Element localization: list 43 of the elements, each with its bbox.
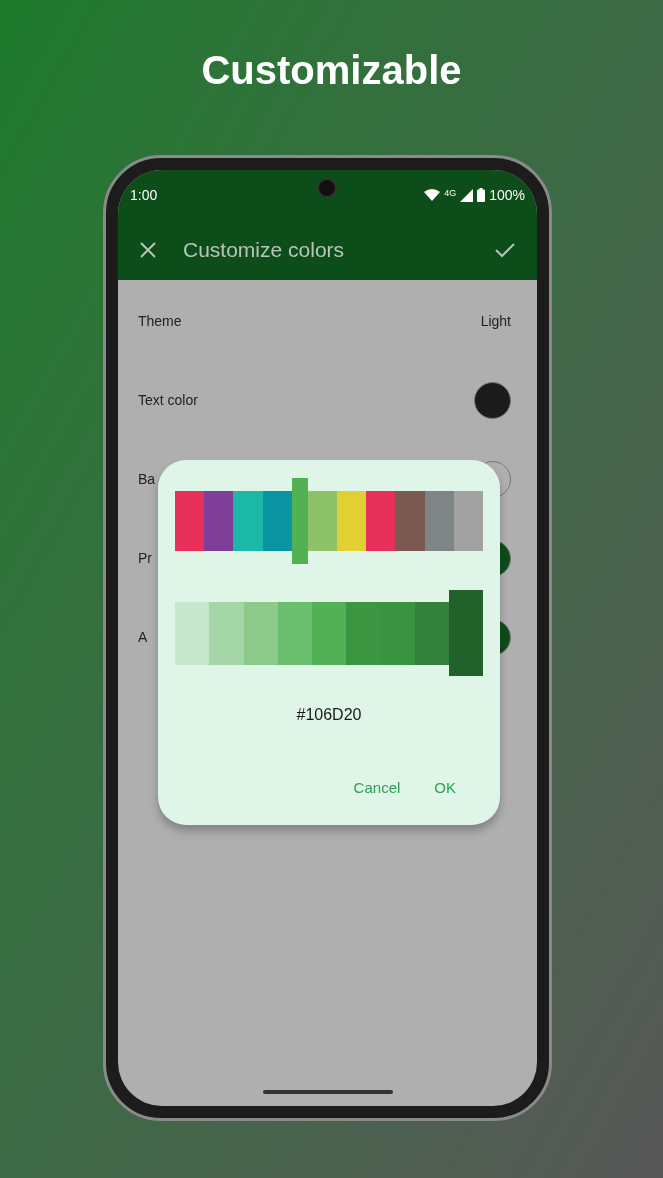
checkmark-icon <box>495 242 515 258</box>
hex-code: #106D20 <box>296 705 362 725</box>
dialog-button[interactable]: Cancel <box>353 777 401 800</box>
color-option[interactable] <box>175 601 210 665</box>
headline: Customizable <box>201 46 462 94</box>
color-option[interactable] <box>424 491 454 551</box>
color-option[interactable] <box>453 491 484 551</box>
color-swatch[interactable] <box>474 382 511 419</box>
color-option[interactable] <box>307 491 337 551</box>
setting-label: Text color <box>138 391 198 410</box>
color-option[interactable] <box>209 601 244 665</box>
color-option[interactable] <box>346 601 381 665</box>
network-label: 4G <box>444 186 457 200</box>
setting-label: A <box>138 628 148 647</box>
color-option[interactable] <box>312 601 347 665</box>
camera-icon <box>317 178 337 198</box>
dialog-button[interactable]: OK <box>434 777 456 800</box>
signal-icon <box>460 188 474 202</box>
color-option[interactable] <box>291 478 308 564</box>
color-option[interactable] <box>233 491 263 551</box>
color-option[interactable] <box>380 601 415 665</box>
color-option[interactable] <box>262 491 292 551</box>
color-option[interactable] <box>243 601 278 665</box>
color-option[interactable] <box>277 601 312 665</box>
color-option[interactable] <box>366 491 396 551</box>
color-option[interactable] <box>414 601 449 665</box>
color-option[interactable] <box>395 491 425 551</box>
wifi-icon <box>424 189 441 201</box>
close-button[interactable] <box>139 241 157 259</box>
color-option[interactable] <box>175 491 205 551</box>
confirm-button[interactable] <box>494 241 516 259</box>
clock: 1:00 <box>130 185 158 205</box>
battery-percent: 100% <box>489 185 525 205</box>
setting-label: Theme <box>138 312 182 331</box>
color-option[interactable] <box>337 491 367 551</box>
setting-value: Light <box>480 312 511 331</box>
color-option[interactable] <box>449 590 483 676</box>
setting-label: Pr <box>138 549 152 568</box>
screen-title: Customize colors <box>183 237 345 264</box>
close-icon <box>140 242 156 258</box>
battery-icon <box>477 188 486 202</box>
color-option[interactable] <box>204 491 234 551</box>
setting-label: Ba <box>138 470 156 489</box>
